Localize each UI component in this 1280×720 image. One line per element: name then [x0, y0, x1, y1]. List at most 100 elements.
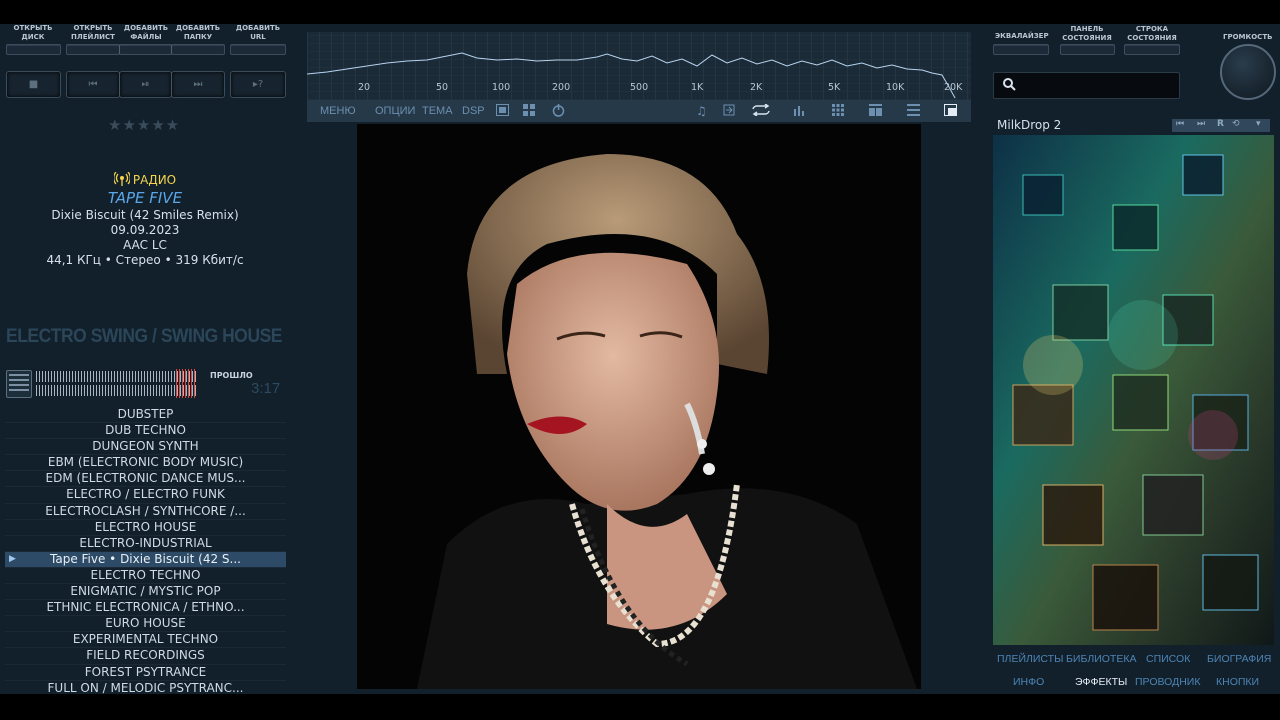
playlist-item-label: EXPERIMENTAL TECHNO: [72, 632, 219, 647]
status-line-button[interactable]: [1124, 44, 1180, 55]
dsp-button[interactable]: DSP: [462, 105, 485, 117]
repeat-icon[interactable]: [751, 103, 771, 119]
playlist-item[interactable]: DUBSTEP: [5, 407, 286, 424]
playlist-item-label: DUNGEON SYNTH: [92, 439, 199, 454]
visualizer-prev-icon[interactable]: ⏮: [1176, 119, 1184, 129]
playing-icon: ▶: [9, 553, 16, 564]
playlist-item-label: FIELD RECORDINGS: [86, 648, 205, 663]
playlist-item[interactable]: DUB TECHNO: [5, 423, 286, 440]
menu-button[interactable]: МЕНЮ: [320, 105, 356, 117]
track-date: 09.09.2023: [110, 223, 180, 237]
visualizer-cycle-icon[interactable]: ⟲: [1232, 119, 1240, 129]
playlist-item[interactable]: FIELD RECORDINGS: [5, 648, 286, 665]
visualizer-next-icon[interactable]: ⏭: [1197, 119, 1205, 129]
track-title: Dixie Biscuit (42 Smiles Remix): [51, 208, 239, 222]
playlist-item-label: EURO HOUSE: [105, 616, 186, 631]
playlist-item[interactable]: ELECTRO-INDUSTRIAL: [5, 536, 286, 552]
playlist-item[interactable]: ELECTRO HOUSE: [5, 520, 286, 536]
playlist-item[interactable]: EXPERIMENTAL TECHNO: [5, 632, 286, 649]
grid-icon[interactable]: [523, 104, 535, 119]
playlist-item[interactable]: ETHNIC ELECTRONICA / ETHNO...: [5, 600, 286, 617]
equalizer-button[interactable]: [993, 44, 1049, 55]
playlist-item-label: ELECTRO TECHNO: [90, 567, 201, 582]
add-folder-button[interactable]: [171, 44, 225, 55]
spectrum-label-100: 100: [492, 82, 511, 93]
options-button[interactable]: ОПЦИИ: [375, 105, 415, 117]
search-input[interactable]: [993, 72, 1180, 99]
playlist-item[interactable]: FOREST PSYTRANCE: [5, 665, 286, 681]
rating-stars[interactable]: ★★★★★: [108, 116, 180, 134]
spectrum-label-1k: 1K: [691, 82, 704, 93]
next-button[interactable]: ⏭: [171, 71, 225, 98]
stop-icon: ■: [28, 79, 39, 90]
playlist-item-label: ETHNIC ELECTRONICA / ETHNO...: [46, 600, 245, 615]
dots-grid-icon[interactable]: [832, 104, 844, 119]
tab-explorer[interactable]: ПРОВОДНИК: [1135, 676, 1200, 688]
play-pause-icon: ⏯: [141, 79, 150, 90]
playlist-item[interactable]: ENIGMATIC / MYSTIC POP: [5, 584, 286, 601]
layout-icon[interactable]: [869, 104, 882, 119]
status-panel-button[interactable]: [1060, 44, 1115, 55]
visualizer-random-button[interactable]: R: [1217, 119, 1224, 129]
playlist-item[interactable]: EBM (ELECTRONIC BODY MUSIC): [5, 455, 286, 472]
playlist-item-label: DUB TECHNO: [105, 423, 186, 438]
playlist-item[interactable]: ELECTRO TECHNO: [5, 567, 286, 585]
level-meter-right: [36, 383, 196, 398]
playlist-item-label: ELECTROCLASH / SYNTHCORE /...: [45, 503, 246, 518]
playlist: DUBSTEP DUB TECHNO DUNGEON SYNTH EBM (ELECT…: [5, 407, 286, 694]
playlist-item-label: ELECTRO HOUSE: [94, 519, 197, 534]
playlist-item-label: EBM (ELECTRONIC BODY MUSIC): [47, 455, 244, 470]
playlist-item[interactable]: ELECTRO / ELECTRO FUNK: [5, 487, 286, 504]
playlist-item[interactable]: FULL ON / MELODIC PSYTRANC...: [5, 681, 286, 694]
power-icon[interactable]: [552, 104, 565, 120]
playlist-item-label: DUBSTEP: [117, 407, 174, 421]
visualizer-dropdown-icon[interactable]: ▾: [1256, 119, 1261, 129]
add-url-button[interactable]: [230, 44, 286, 55]
tab-playlists[interactable]: ПЛЕЙЛИСТЫ: [997, 653, 1063, 665]
add-folder-label: ДОБАВИТЬ ПАПКУ: [175, 24, 221, 41]
playlist-item[interactable]: ELECTROCLASH / SYNTHCORE /...: [5, 504, 286, 520]
mini-window-icon[interactable]: [944, 104, 957, 119]
help-icon: ▸?: [252, 79, 264, 90]
playlist-item[interactable]: EURO HOUSE: [5, 616, 286, 633]
player-window: ОТКРЫТЬ ДИСК ОТКРЫТЬ ПЛЕЙЛИСТ ДОБАВИТЬ ФАЙЛ…: [0, 24, 1280, 694]
album-art: [357, 124, 921, 689]
previous-button[interactable]: ⏮: [66, 71, 120, 98]
tab-effects[interactable]: ЭФФЕКТЫ: [1075, 676, 1127, 688]
import-icon[interactable]: [723, 104, 735, 119]
theme-button[interactable]: ТЕМА: [422, 105, 453, 117]
spectrum-label-2k: 2K: [750, 82, 763, 93]
volume-knob[interactable]: [1220, 44, 1276, 100]
elapsed-time: 3:17: [251, 380, 281, 397]
playlist-item-label: Tape Five • Dixie Biscuit (42 S...: [50, 551, 241, 566]
list-icon[interactable]: [907, 104, 920, 119]
help-button[interactable]: ▸?: [230, 71, 286, 98]
open-disc-button[interactable]: [6, 44, 61, 55]
open-playlist-button[interactable]: [66, 44, 120, 55]
visualizer-title: MilkDrop 2: [997, 118, 1062, 132]
volume-label: ГРОМКОСТЬ: [1223, 33, 1273, 41]
milkdrop-visualization: [993, 135, 1274, 645]
playlist-view-icon[interactable]: [6, 370, 32, 398]
spectrum-label-5k: 5K: [828, 82, 841, 93]
stop-button[interactable]: ■: [6, 71, 61, 98]
film-icon[interactable]: [496, 104, 509, 119]
playlist-item[interactable]: DUNGEON SYNTH: [5, 439, 286, 456]
play-pause-button[interactable]: ⏯: [119, 71, 172, 98]
add-files-button[interactable]: [119, 44, 172, 55]
playlist-item-playing[interactable]: ▶ Tape Five • Dixie Biscuit (42 S...: [5, 551, 286, 568]
bars-icon[interactable]: [794, 104, 806, 119]
spectrum-label-200: 200: [552, 82, 571, 93]
previous-icon: ⏮: [88, 79, 98, 90]
tab-list[interactable]: СПИСОК: [1146, 653, 1190, 665]
spectrum-label-500: 500: [630, 82, 649, 93]
level-meter-left: [36, 369, 196, 384]
tab-buttons[interactable]: КНОПКИ: [1216, 676, 1259, 688]
playlist-item-label: ELECTRO-INDUSTRIAL: [79, 535, 212, 550]
music-note-icon[interactable]: ♫: [696, 104, 707, 118]
tab-biography[interactable]: БИОГРАФИЯ: [1207, 653, 1271, 665]
tab-info[interactable]: ИНФО: [1013, 676, 1044, 688]
playlist-item[interactable]: EDM (ELECTRONIC DANCE MUS...: [5, 471, 286, 488]
spectrum-label-20: 20: [358, 82, 371, 93]
tab-library[interactable]: БИБЛИОТЕКА: [1066, 653, 1136, 665]
